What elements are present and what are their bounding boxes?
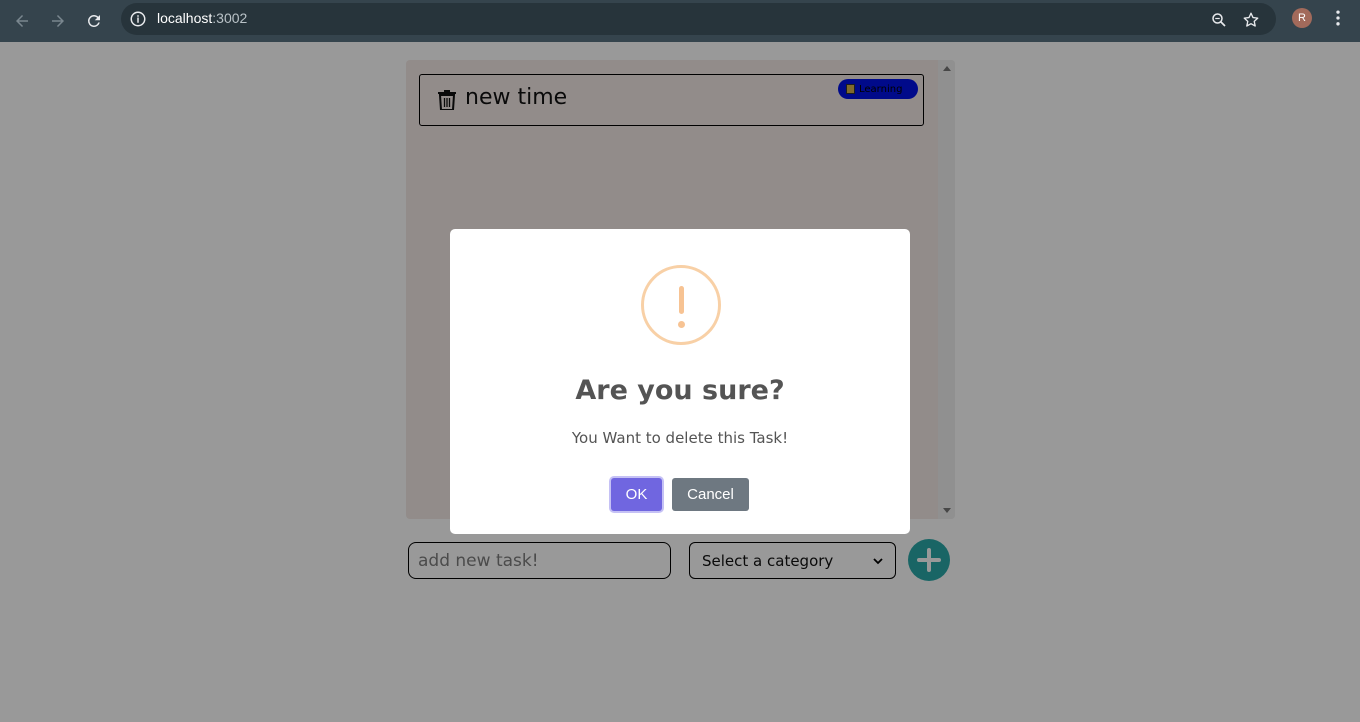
zoom-icon[interactable] (1210, 11, 1228, 29)
profile-avatar[interactable]: R (1292, 8, 1312, 28)
reload-button[interactable] (79, 6, 109, 36)
warning-icon (641, 265, 721, 345)
back-arrow-icon (16, 15, 28, 27)
forward-arrow-icon (52, 15, 64, 27)
browser-menu-icon[interactable] (1328, 8, 1348, 28)
cancel-button[interactable]: Cancel (672, 478, 749, 511)
address-bar[interactable]: localhost:3002 (121, 3, 1276, 35)
url-text[interactable]: localhost:3002 (157, 10, 247, 26)
ok-button[interactable]: OK (611, 478, 662, 511)
confirm-dialog: Are you sure? You Want to delete this Ta… (450, 229, 910, 534)
dialog-message: You Want to delete this Task! (571, 429, 789, 447)
dialog-title: Are you sure? (575, 375, 785, 406)
reload-icon (87, 14, 100, 27)
browser-toolbar: localhost:3002 R (0, 0, 1360, 42)
forward-button[interactable] (43, 6, 73, 36)
url-host: localhost (157, 10, 213, 26)
bookmark-star-icon[interactable] (1242, 11, 1260, 29)
url-port: :3002 (212, 10, 248, 26)
back-button[interactable] (7, 6, 37, 36)
site-info-icon[interactable] (129, 10, 147, 28)
